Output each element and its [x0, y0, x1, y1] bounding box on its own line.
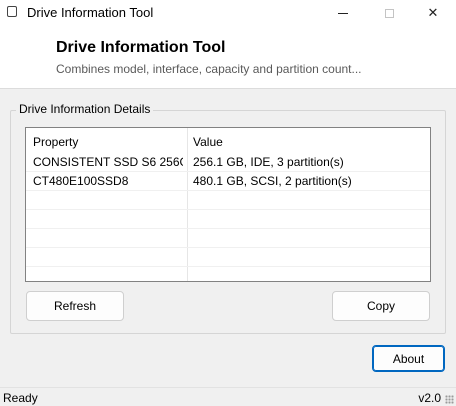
table-row[interactable]: CONSISTENT SSD S6 256GB 256.1 GB, IDE, 3…	[26, 153, 430, 172]
close-icon: ✕	[427, 5, 439, 21]
cell-property: CONSISTENT SSD S6 256GB	[33, 155, 183, 169]
minimize-icon	[338, 12, 348, 14]
about-button[interactable]: About	[372, 345, 445, 372]
status-bar: Ready v2.0	[0, 387, 456, 406]
cell-value: 480.1 GB, SCSI, 2 partition(s)	[193, 174, 352, 188]
minimize-button[interactable]	[320, 0, 366, 26]
refresh-button[interactable]: Refresh	[26, 291, 124, 321]
resize-grip-icon[interactable]	[445, 395, 454, 404]
header-title: Drive Information Tool	[56, 39, 226, 56]
header-subtitle: Combines model, interface, capacity and …	[56, 62, 362, 76]
empty-row	[26, 210, 430, 229]
details-group-label: Drive Information Details	[16, 102, 154, 116]
table-row[interactable]: CT480E100SSD8 480.1 GB, SCSI, 2 partitio…	[26, 172, 430, 191]
main-window: Drive Information Tool ✕ Drive Informati…	[0, 0, 456, 406]
empty-row	[26, 248, 430, 267]
empty-row	[26, 229, 430, 248]
window-app-icon	[7, 6, 17, 17]
cell-value: 256.1 GB, IDE, 3 partition(s)	[193, 155, 344, 169]
maximize-icon	[384, 8, 394, 18]
cell-property: CT480E100SSD8	[33, 174, 129, 188]
maximize-button	[366, 0, 412, 26]
title-bar[interactable]: Drive Information Tool ✕	[0, 0, 456, 26]
column-header-value[interactable]: Value	[193, 132, 423, 151]
column-header-property[interactable]: Property	[33, 132, 183, 151]
empty-row	[26, 267, 430, 281]
drive-list-view[interactable]: Property Value CONSISTENT SSD S6 256GB 2…	[25, 127, 431, 282]
list-header-row: Property Value	[26, 132, 430, 152]
close-button[interactable]: ✕	[410, 0, 456, 26]
copy-button[interactable]: Copy	[332, 291, 430, 321]
empty-row	[26, 191, 430, 210]
version-text: v2.0	[418, 391, 441, 405]
status-text: Ready	[3, 391, 38, 405]
window-title: Drive Information Tool	[27, 5, 154, 20]
header-panel: Drive Information Tool Combines model, i…	[0, 26, 456, 89]
